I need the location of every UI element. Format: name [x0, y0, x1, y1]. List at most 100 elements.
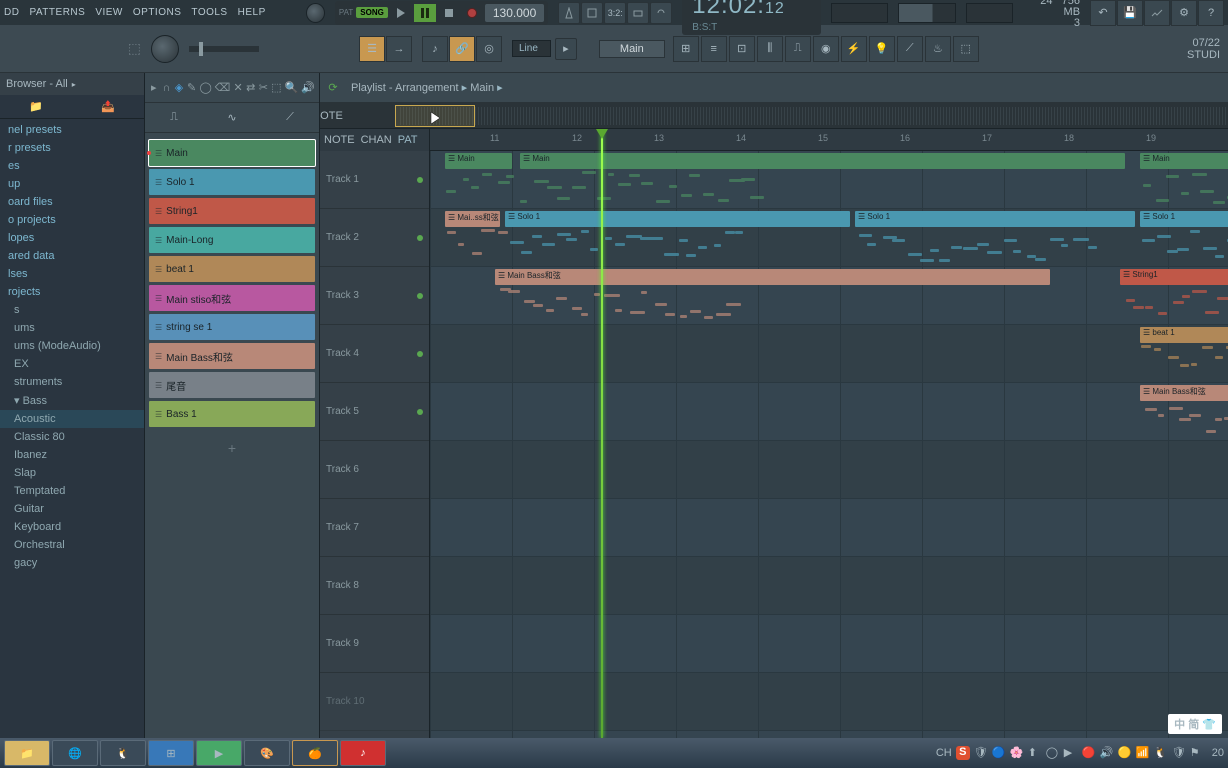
metronome-icon[interactable] — [558, 2, 580, 24]
tb-icon-10[interactable]: ♨ — [925, 36, 951, 62]
time-ruler[interactable]: 11121314151617181920 — [430, 129, 1228, 151]
pattern-9[interactable]: Bass 1 — [149, 401, 315, 427]
pl-play-icon[interactable]: 🔊 — [301, 79, 315, 97]
track-row-8[interactable] — [430, 615, 1228, 673]
pattern-2[interactable]: String1 — [149, 198, 315, 224]
pattern-5[interactable]: Main stiso和弦 — [149, 285, 315, 311]
browser-item-0[interactable]: nel presets — [0, 121, 144, 139]
tempo-display[interactable]: 130.000 — [485, 4, 544, 22]
tray-i10[interactable]: 📶 — [1136, 746, 1150, 760]
browser-item-3[interactable]: up — [0, 175, 144, 193]
menu-view[interactable]: VIEW — [95, 7, 123, 18]
browser-item-4[interactable]: oard files — [0, 193, 144, 211]
playhead[interactable] — [601, 129, 603, 738]
pl-back-icon[interactable]: ▸ — [149, 79, 159, 97]
tb-icon-7[interactable]: ⚡ — [841, 36, 867, 62]
browser-item-13[interactable]: EX — [0, 355, 144, 373]
pattern-1[interactable]: Solo 1 — [149, 169, 315, 195]
pattern-3[interactable]: Main-Long — [149, 227, 315, 253]
pl-tag-icon[interactable]: ◈ — [174, 79, 184, 97]
clip-2[interactable]: ☰ Main — [1140, 153, 1228, 169]
pattern-7[interactable]: Main Bass和弦 — [149, 343, 315, 369]
browser-item-14[interactable]: struments — [0, 373, 144, 391]
clip-8[interactable]: ☰ String1 — [1120, 269, 1228, 285]
tracks-grid[interactable]: 11121314151617181920 ☰ Main☰ Main☰ Main☰… — [430, 129, 1228, 738]
pl-brush-icon[interactable]: ✎ — [187, 79, 197, 97]
clip-5[interactable]: ☰ Solo 1 — [855, 211, 1135, 227]
track-row-5[interactable] — [430, 441, 1228, 499]
ptab-auto-icon[interactable]: ∿ — [220, 108, 244, 128]
tb-icon-4[interactable]: ⫼ — [757, 36, 783, 62]
task-app3[interactable]: 🎨 — [244, 740, 290, 766]
pl-select-icon[interactable]: ⬚ — [271, 79, 281, 97]
track-row-7[interactable] — [430, 557, 1228, 615]
wait-icon[interactable] — [581, 2, 603, 24]
view-playlist-icon[interactable]: ☰ — [359, 36, 385, 62]
track-row-4[interactable]: ☰ Main Bass和弦 — [430, 383, 1228, 441]
track-header-8[interactable]: Track 9 — [320, 615, 429, 673]
tray-i5[interactable]: ◯ — [1046, 746, 1060, 760]
save-icon[interactable]: 💾 — [1117, 0, 1143, 26]
th-note[interactable]: NOTE — [324, 134, 355, 146]
loop-rec-icon[interactable] — [650, 2, 672, 24]
browser-item-19[interactable]: Slap — [0, 464, 144, 482]
tray-i3[interactable]: 🌸 — [1010, 746, 1024, 760]
stop-button[interactable] — [439, 3, 459, 23]
snap-select[interactable]: Line — [512, 40, 551, 57]
track-led-icon[interactable] — [417, 177, 423, 183]
minimap-viewport[interactable] — [395, 105, 475, 127]
tb-icon-11[interactable]: ⬚ — [953, 36, 979, 62]
track-header-4[interactable]: Track 5 — [320, 383, 429, 441]
link-icon[interactable]: 🔗 — [449, 36, 475, 62]
track-led-icon[interactable] — [417, 351, 423, 357]
menu-help[interactable]: HELP — [238, 7, 266, 18]
tb-icon-5[interactable]: ⎍ — [785, 36, 811, 62]
task-flstudio[interactable]: 🍊 — [292, 740, 338, 766]
tray-i6[interactable]: ▶ — [1064, 746, 1078, 760]
pattern-8[interactable]: 尾音 — [149, 372, 315, 398]
snap-next-icon[interactable]: ▸ — [555, 38, 577, 60]
tb-icon-8[interactable]: 💡 — [869, 36, 895, 62]
task-netease[interactable]: ♪ — [340, 740, 386, 766]
browser-item-2[interactable]: es — [0, 157, 144, 175]
clip-0[interactable]: ☰ Main — [445, 153, 512, 169]
pl-zoom-icon[interactable]: 🔍 — [285, 79, 299, 97]
task-explorer[interactable]: 📁 — [4, 740, 50, 766]
track-row-9[interactable] — [430, 673, 1228, 731]
live-icon[interactable]: ◎ — [476, 36, 502, 62]
tray-lang[interactable]: CH — [936, 747, 952, 759]
browser-item-6[interactable]: lopes — [0, 229, 144, 247]
browser-item-16[interactable]: Acoustic — [0, 410, 144, 428]
view-next-icon[interactable]: → — [386, 36, 412, 62]
tb-icon-9[interactable]: ⟋ — [897, 36, 923, 62]
ime-badge[interactable]: 中 简 👕 — [1168, 714, 1222, 734]
track-led-icon[interactable] — [417, 409, 423, 415]
clip-6[interactable]: ☰ Solo 1 — [1140, 211, 1228, 227]
tray-i7[interactable]: 🔴 — [1082, 746, 1096, 760]
clip-10[interactable]: ☰ Main Bass和弦 — [1140, 385, 1228, 401]
browser-item-20[interactable]: Temptated — [0, 482, 144, 500]
track-led-icon[interactable] — [417, 235, 423, 241]
browser-item-1[interactable]: r presets — [0, 139, 144, 157]
pl-spray-icon[interactable]: ◯ — [199, 79, 211, 97]
th-chan[interactable]: CHAN — [361, 134, 392, 146]
menu-add[interactable]: DD — [4, 7, 19, 18]
browser-item-21[interactable]: Guitar — [0, 500, 144, 518]
pl-magnet-icon[interactable]: ∩ — [162, 79, 172, 97]
song-mode-toggle[interactable]: SONG — [356, 7, 388, 18]
countdown-icon[interactable]: 3:2: — [604, 2, 626, 24]
tray-i9[interactable]: 🟡 — [1118, 746, 1132, 760]
track-row-6[interactable] — [430, 499, 1228, 557]
th-pat[interactable]: PAT — [398, 134, 418, 146]
track-header-10[interactable]: Track 11 — [320, 731, 429, 738]
tb-icon-6[interactable]: ◉ — [813, 36, 839, 62]
ptab-audio-icon[interactable]: ⎍ — [162, 108, 186, 128]
tray-i12[interactable]: 🛡 — [1172, 746, 1186, 760]
pl-mute-icon[interactable]: ✕ — [233, 79, 243, 97]
tray-time[interactable]: 20 — [1212, 747, 1224, 759]
clip-3[interactable]: ☰ Mai..ss和弦 — [445, 211, 500, 227]
render-icon[interactable] — [1144, 0, 1170, 26]
minimap[interactable]: NOTE — [320, 103, 1228, 129]
track-header-2[interactable]: Track 3 — [320, 267, 429, 325]
browser-item-24[interactable]: gacy — [0, 554, 144, 572]
